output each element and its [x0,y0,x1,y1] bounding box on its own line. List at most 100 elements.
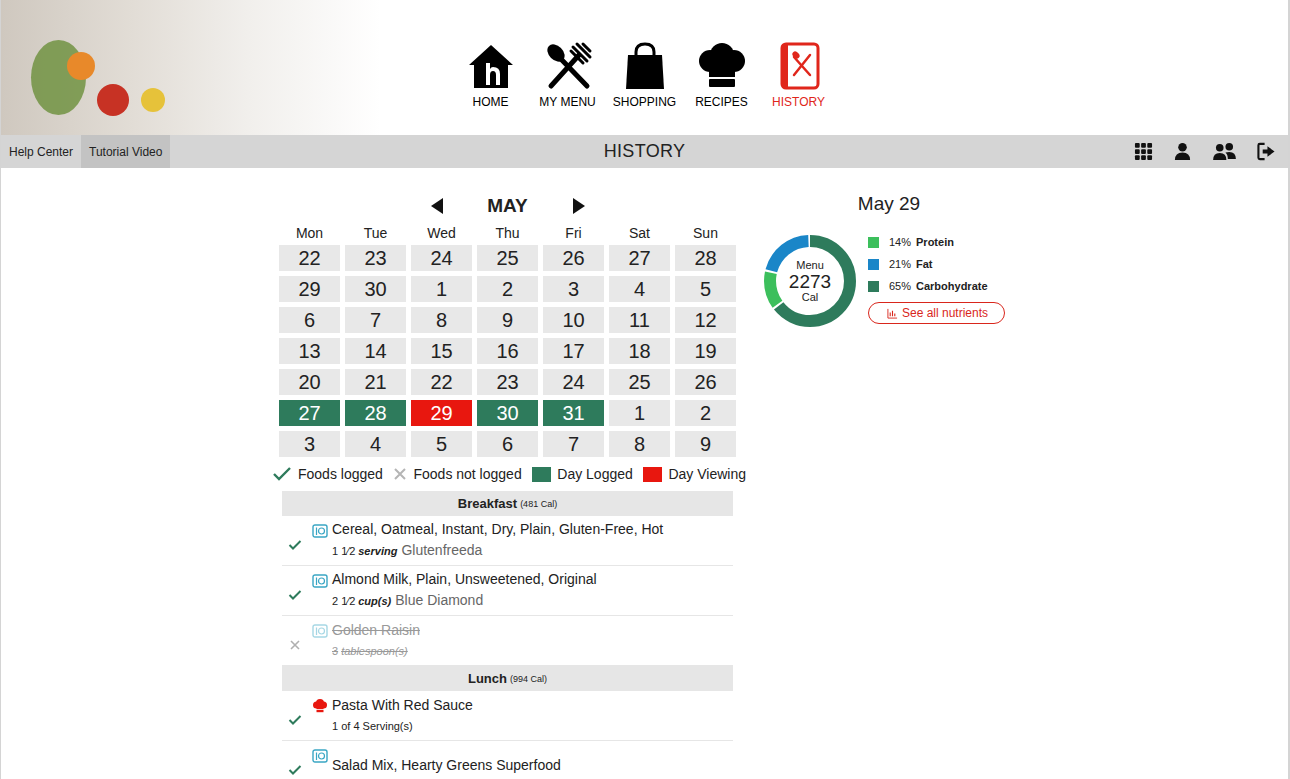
calendar-day[interactable]: 4 [609,276,670,302]
nav-item[interactable]: HISTORY [760,41,837,109]
calendar-day[interactable]: 30 [345,276,406,302]
calendar-day[interactable]: 5 [411,431,472,457]
calendar-day[interactable]: 29 [279,276,340,302]
user-icon[interactable] [1173,142,1192,161]
calendar-day[interactable]: 6 [279,307,340,333]
calendar-day[interactable]: 28 [675,245,736,271]
nutrient-legend-item: 65%Carbohydrate [868,279,1005,293]
calendar-legend: Foods loggedFoods not loggedDay LoggedDa… [272,466,746,482]
calendar-day[interactable]: 2 [675,400,736,426]
calendar-day[interactable]: 30 [477,400,538,426]
check-icon [288,589,302,601]
legend-item: Day Viewing [643,466,746,482]
calendar-day[interactable]: 22 [279,245,340,271]
calendar-day[interactable]: 10 [543,307,604,333]
weekday-label: Sun [675,224,736,242]
nav-item[interactable]: HOME [452,41,529,109]
logout-icon[interactable] [1257,142,1276,161]
calendar-day[interactable]: 2 [477,276,538,302]
calendar-day[interactable]: 26 [543,245,604,271]
calendar-day[interactable]: 9 [675,431,736,457]
calendar-day[interactable]: 8 [411,307,472,333]
toolbar-link[interactable]: Help Center [1,135,81,168]
calendar-day[interactable]: 25 [477,245,538,271]
calendar-day[interactable]: 18 [609,338,670,364]
calendar-day[interactable]: 7 [345,307,406,333]
see-all-nutrients-button[interactable]: See all nutrients [868,302,1005,324]
calendar-day[interactable]: 23 [345,245,406,271]
meal-list: Breakfast(481 Cal)Cereal, Oatmeal, Insta… [282,491,733,779]
plate-cutlery-icon [312,524,328,538]
calendar-day[interactable]: 27 [609,245,670,271]
next-month-icon[interactable] [572,197,586,215]
food-name: Salad Mix, Hearty Greens Superfood [332,756,733,775]
calendar-day[interactable]: 22 [411,369,472,395]
calendar-day[interactable]: 7 [543,431,604,457]
calendar-day[interactable]: 11 [609,307,670,333]
calendar-day[interactable]: 31 [543,400,604,426]
calendar-day[interactable]: 19 [675,338,736,364]
calendar-day[interactable]: 1 [411,276,472,302]
page-title: HISTORY [604,141,685,162]
nav-label: HOME [473,95,509,109]
food-name: Cereal, Oatmeal, Instant, Dry, Plain, Gl… [332,520,733,539]
calendar-day[interactable]: 24 [543,369,604,395]
weekday-label: Mon [279,224,340,242]
donut-segment [770,241,850,321]
meal-item[interactable]: Cereal, Oatmeal, Instant, Dry, Plain, Gl… [282,516,733,566]
previous-month-icon[interactable] [430,197,444,215]
weekday-label: Sat [609,224,670,242]
meal-item[interactable]: Almond Milk, Plain, Unsweetened, Origina… [282,566,733,616]
calendar-day[interactable]: 24 [411,245,472,271]
weekday-label: Wed [411,224,472,242]
shopping-bag-icon [619,41,671,91]
legend-swatch [532,467,551,482]
apps-grid-icon[interactable] [1134,142,1153,161]
meal-header: Lunch(994 Cal) [282,666,733,691]
calendar-day[interactable]: 28 [345,400,406,426]
calendar-day[interactable]: 3 [279,431,340,457]
meal-item[interactable]: Salad Mix, Hearty Greens Superfood [282,741,733,779]
nav-item[interactable]: MY MENU [529,41,606,109]
calendar-day[interactable]: 16 [477,338,538,364]
meal-item[interactable]: Golden Raisin3tablespoon(s) [282,616,733,666]
calendar-day[interactable]: 12 [675,307,736,333]
calendar-day[interactable]: 26 [675,369,736,395]
calendar-day[interactable]: 29 [411,400,472,426]
nav-item[interactable]: RECIPES [683,41,760,109]
nav-label: RECIPES [695,95,748,109]
cross-icon [289,639,301,651]
nav-item[interactable]: SHOPPING [606,41,683,109]
cross-icon [393,467,407,481]
calendar-day[interactable]: 9 [477,307,538,333]
calendar-day[interactable]: 5 [675,276,736,302]
calendar-day[interactable]: 15 [411,338,472,364]
check-icon [288,764,302,776]
nutrient-donut-chart: Menu2273Cal [764,235,856,327]
month-navigation: MAY [279,190,736,222]
chef-hat-icon [696,41,748,91]
calendar-day[interactable]: 27 [279,400,340,426]
users-icon[interactable] [1212,142,1237,161]
calendar-day[interactable]: 8 [609,431,670,457]
food-amount: 1 1⁄2servingGlutenfreeda [332,541,733,561]
calendar-day[interactable]: 1 [609,400,670,426]
food-name: Almond Milk, Plain, Unsweetened, Origina… [332,570,733,589]
calendar-day[interactable]: 6 [477,431,538,457]
calendar-day[interactable]: 20 [279,369,340,395]
calendar-day[interactable]: 25 [609,369,670,395]
fork-knife-icon [542,41,594,91]
legend-item: Foods logged [272,466,383,482]
calendar-day[interactable]: 23 [477,369,538,395]
toolbar: Help CenterTutorial Video HISTORY [1,135,1288,168]
calendar-day[interactable]: 17 [543,338,604,364]
calendar-day[interactable]: 21 [345,369,406,395]
food-amount: 2 1⁄2cup(s)Blue Diamond [332,591,733,611]
calendar-day[interactable]: 3 [543,276,604,302]
calendar-day[interactable]: 4 [345,431,406,457]
toolbar-link[interactable]: Tutorial Video [81,135,170,168]
meal-item[interactable]: Pasta With Red Sauce1 of 4 Serving(s) [282,691,733,741]
calendar-day[interactable]: 13 [279,338,340,364]
calendar-day[interactable]: 14 [345,338,406,364]
weekday-label: Thu [477,224,538,242]
